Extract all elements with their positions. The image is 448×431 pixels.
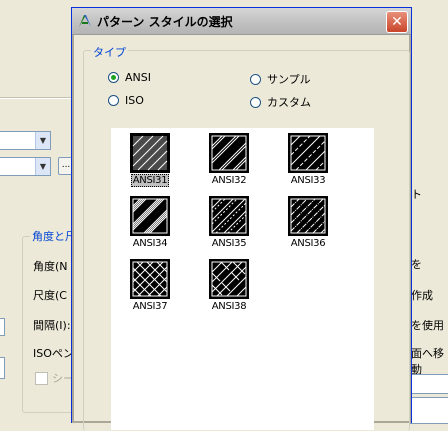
pattern-label: ANSI35 (211, 238, 247, 249)
right-label: 作成 (411, 289, 433, 302)
radio-button[interactable] (108, 95, 119, 106)
pattern-label: ANSI34 (132, 238, 168, 249)
pattern-style-dialog: パターン スタイルの選択 ✕ タイプ ANSI ISO サンプル カスタム AN… (71, 7, 412, 431)
pattern-ansi38[interactable]: ANSI38 (199, 259, 259, 312)
radio-ansi[interactable]: ANSI (108, 71, 151, 84)
hatch-ansi31-icon (130, 133, 170, 173)
type-group-label: タイプ (91, 44, 128, 60)
spacing-label: 間隔(I): (33, 319, 71, 332)
close-icon: ✕ (391, 14, 403, 30)
title-bar[interactable]: パターン スタイルの選択 ✕ (72, 8, 411, 35)
iso-pen-label: ISOペン (33, 347, 74, 360)
right-field[interactable] (410, 397, 448, 424)
hatch-ansi37-icon (130, 259, 170, 299)
scale-label: 尺度(C (33, 289, 67, 302)
pattern-label: ANSI33 (290, 175, 326, 186)
pattern-ansi37[interactable]: ANSI37 (120, 259, 180, 312)
pattern-label: ANSI31 (130, 174, 170, 187)
pattern-label: ANSI32 (211, 175, 247, 186)
hatch-ansi38-icon (209, 259, 249, 299)
pattern-type-combo[interactable]: ▼ (0, 131, 51, 150)
radio-button[interactable] (250, 96, 261, 108)
divider (0, 97, 74, 99)
hatch-ansi33-icon (288, 133, 328, 173)
close-button[interactable]: ✕ (386, 11, 408, 33)
left-field-edge (0, 357, 5, 379)
radio-button[interactable] (108, 72, 119, 83)
pattern-ansi33[interactable]: ANSI33 (278, 133, 338, 186)
radio-label: サンプル (267, 73, 311, 86)
app-icon (79, 15, 91, 27)
angle-label: 角度(N (33, 260, 68, 273)
hatch-ansi34-icon (130, 196, 170, 236)
pattern-ansi32[interactable]: ANSI32 (199, 133, 259, 186)
chevron-down-icon[interactable]: ▼ (35, 132, 50, 149)
right-label: 面へ移動 (411, 347, 444, 376)
radio-label: ISO (125, 94, 144, 107)
right-label: を (411, 258, 422, 271)
left-field-edge (0, 318, 5, 336)
radio-label: カスタム (267, 96, 311, 109)
radio-label: ANSI (125, 71, 151, 84)
pattern-ansi31[interactable]: ANSI31 (120, 133, 180, 187)
pattern-combo[interactable]: ▼ (0, 157, 51, 176)
radio-button[interactable] (250, 73, 261, 85)
hatch-ansi35-icon (209, 196, 249, 236)
pattern-label: ANSI37 (132, 301, 168, 312)
chevron-down-icon[interactable]: ▼ (35, 158, 50, 175)
right-field[interactable] (410, 374, 448, 394)
radio-sample[interactable]: サンプル (250, 71, 311, 87)
sheet-checkbox[interactable] (35, 372, 48, 385)
radio-iso[interactable]: ISO (108, 94, 144, 107)
right-label: ト (411, 188, 422, 201)
right-label: を使用 (411, 319, 444, 332)
pattern-preview-list: ANSI31 ANSI32 ANSI33 ANSI34 ANSI35 ANSI3… (111, 128, 374, 430)
pattern-label: ANSI38 (211, 301, 247, 312)
pattern-label: ANSI36 (290, 238, 326, 249)
pattern-ansi36[interactable]: ANSI36 (278, 196, 338, 249)
pattern-ansi34[interactable]: ANSI34 (120, 196, 180, 249)
dialog-title: パターン スタイルの選択 (97, 15, 233, 29)
hatch-ansi32-icon (209, 133, 249, 173)
radio-custom[interactable]: カスタム (250, 94, 311, 110)
hatch-ansi36-icon (288, 196, 328, 236)
pattern-ansi35[interactable]: ANSI35 (199, 196, 259, 249)
